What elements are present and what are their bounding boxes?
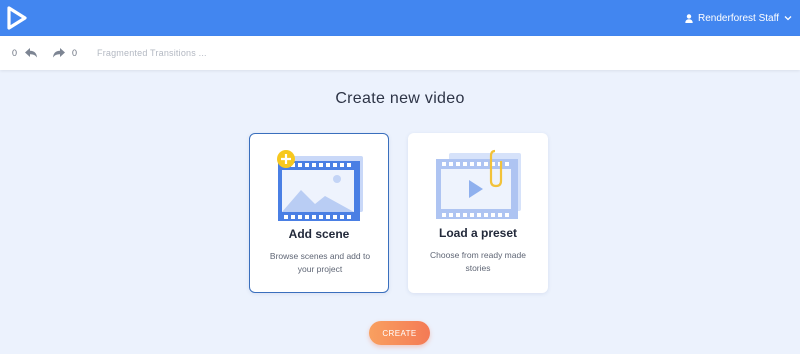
page-title: Create new video <box>335 90 465 107</box>
play-triangle-logo-icon[interactable] <box>6 5 28 31</box>
editor-toolbar: 0 0 Fragmented Transitions ... <box>0 36 800 70</box>
card-title: Add scene <box>288 227 350 241</box>
film-add-scene-icon <box>277 150 363 221</box>
redo-button[interactable] <box>52 36 66 70</box>
add-scene-card[interactable]: Add scene Browse scenes and add to your … <box>249 133 389 293</box>
redo-count: 0 <box>72 48 78 58</box>
create-button[interactable]: CREATE <box>369 321 430 345</box>
card-description: Browse scenes and add to your project <box>269 251 371 274</box>
card-description: Choose from ready made stories <box>430 250 526 273</box>
project-title[interactable]: Fragmented Transitions ... <box>97 36 207 70</box>
chevron-down-icon[interactable] <box>784 15 792 21</box>
redo-icon <box>53 48 65 58</box>
undo-icon <box>25 48 37 58</box>
card-title: Load a preset <box>438 226 518 240</box>
undo-button[interactable] <box>24 36 38 70</box>
user-icon <box>685 13 693 23</box>
user-menu[interactable]: Renderforest Staff <box>685 0 792 36</box>
user-name: Renderforest Staff <box>698 12 779 24</box>
top-header-bar: Renderforest Staff <box>0 0 800 36</box>
load-preset-card[interactable]: Load a preset Choose from ready made sto… <box>408 133 548 293</box>
film-preset-clip-icon <box>436 149 521 219</box>
undo-count: 0 <box>12 48 18 58</box>
